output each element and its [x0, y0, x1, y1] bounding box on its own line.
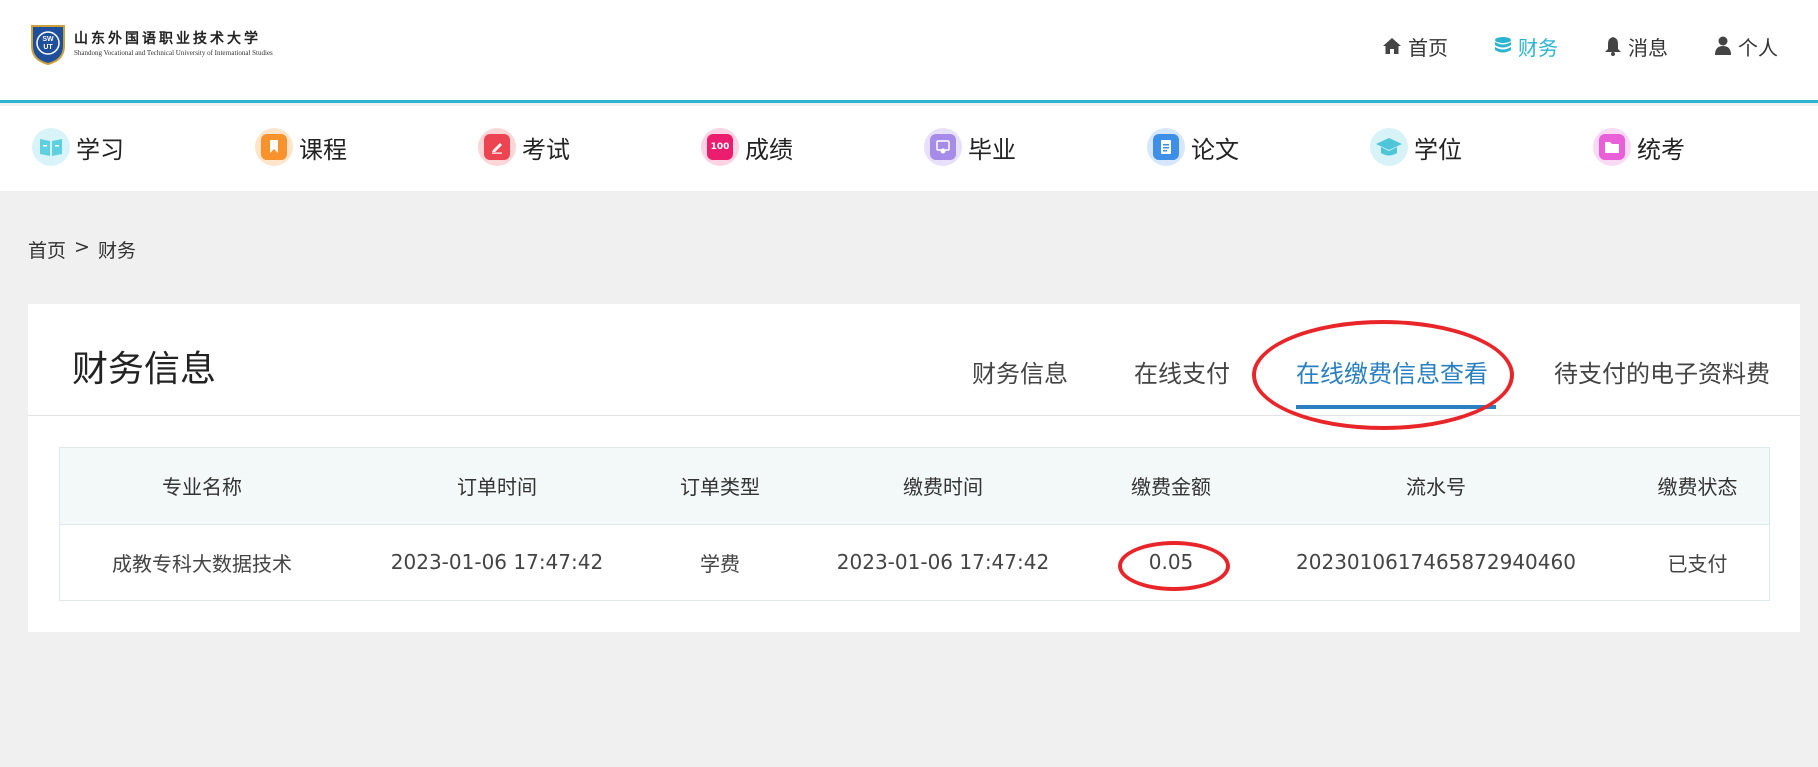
table-header-row: 专业名称 订单时间 订单类型 缴费时间 缴费金额 流水号 缴费状态 — [60, 448, 1769, 524]
category-degree[interactable]: 学位 — [1370, 128, 1462, 166]
score-icon: 100 — [701, 128, 739, 166]
logo-english-name: Shandong Vocational and Technical Univer… — [74, 49, 273, 57]
divider — [28, 415, 1800, 416]
category-graduation[interactable]: 毕业 — [924, 128, 1016, 166]
column-header: 专业名称 — [60, 448, 344, 524]
column-header: 缴费状态 — [1626, 448, 1769, 524]
category-degree-label: 学位 — [1414, 135, 1462, 164]
bell-icon — [1605, 37, 1621, 56]
category-study[interactable]: 学习 — [32, 128, 124, 166]
column-header: 缴费金额 — [1096, 448, 1246, 524]
tab-finance-info[interactable]: 财务信息 — [972, 354, 1068, 409]
category-course[interactable]: 课程 — [255, 128, 347, 166]
folder-icon — [1593, 128, 1631, 166]
nav-profile-label: 个人 — [1738, 35, 1778, 60]
top-header: SW UT 山东外国语职业技术大学 Shandong Vocational an… — [0, 0, 1818, 103]
category-score[interactable]: 100 成绩 — [701, 128, 793, 166]
home-icon — [1383, 38, 1401, 54]
cell-order-type: 学费 — [650, 523, 790, 600]
seal-icon: SW UT — [31, 25, 65, 66]
nav-finance[interactable]: 财务 — [1494, 30, 1558, 62]
category-score-label: 成绩 — [745, 135, 793, 164]
panel-title: 财务信息 — [72, 349, 217, 390]
breadcrumb: 首页 > 财务 — [28, 236, 136, 263]
certificate-icon — [924, 128, 962, 166]
graduation-cap-icon — [1370, 128, 1408, 166]
breadcrumb-home[interactable]: 首页 — [28, 236, 66, 263]
pen-icon — [478, 128, 516, 166]
cell-amount: 0.05 — [1096, 523, 1246, 600]
breadcrumb-separator: > — [74, 236, 90, 258]
cell-major: 成教专科大数据技术 — [60, 523, 344, 600]
user-icon — [1715, 36, 1731, 55]
nav-messages[interactable]: 消息 — [1604, 30, 1668, 62]
finance-tabs: 财务信息 在线支付 在线缴费信息查看 待支付的电子资料费 — [906, 354, 1770, 409]
svg-text:SW: SW — [42, 36, 54, 43]
category-exam-label: 考试 — [522, 135, 570, 164]
nav-profile[interactable]: 个人 — [1714, 30, 1778, 62]
category-nav: 学习 课程 考试 100 成绩 毕业 论文 学位 统考 — [0, 106, 1818, 191]
category-graduation-label: 毕业 — [968, 135, 1016, 164]
nav-messages-label: 消息 — [1628, 35, 1668, 60]
category-unified-exam-label: 统考 — [1637, 135, 1685, 164]
breadcrumb-current: 财务 — [97, 240, 136, 262]
column-header: 流水号 — [1246, 448, 1626, 524]
nav-home-label: 首页 — [1408, 35, 1448, 60]
bookmark-icon — [255, 128, 293, 166]
category-exam[interactable]: 考试 — [478, 128, 570, 166]
table-row: 成教专科大数据技术 2023-01-06 17:47:42 学费 2023-01… — [60, 523, 1769, 600]
column-header: 订单时间 — [344, 448, 650, 524]
column-header: 缴费时间 — [790, 448, 1096, 524]
nav-finance-label: 财务 — [1518, 35, 1558, 60]
category-study-label: 学习 — [76, 135, 124, 164]
cell-serial-number: 2023010617465872940460 — [1246, 523, 1626, 600]
tab-pending-material-fees[interactable]: 待支付的电子资料费 — [1554, 354, 1770, 409]
category-course-label: 课程 — [299, 135, 347, 164]
cell-status: 已支付 — [1626, 523, 1769, 600]
category-thesis-label: 论文 — [1191, 135, 1239, 164]
book-icon — [32, 128, 70, 166]
tab-online-payment[interactable]: 在线支付 — [1134, 354, 1230, 409]
category-unified-exam[interactable]: 统考 — [1593, 128, 1685, 166]
document-icon — [1147, 128, 1185, 166]
database-icon — [1495, 37, 1511, 53]
category-thesis[interactable]: 论文 — [1147, 128, 1239, 166]
university-logo[interactable]: SW UT 山东外国语职业技术大学 Shandong Vocational an… — [28, 22, 273, 66]
cell-order-time: 2023-01-06 17:47:42 — [344, 523, 650, 600]
svg-text:UT: UT — [43, 44, 53, 51]
score-badge: 100 — [707, 134, 733, 160]
payment-table: 专业名称 订单时间 订单类型 缴费时间 缴费金额 流水号 缴费状态 成教专科大数… — [59, 447, 1770, 601]
logo-chinese-name: 山东外国语职业技术大学 — [74, 31, 261, 47]
column-header: 订单类型 — [650, 448, 790, 524]
finance-panel: 财务信息 财务信息 在线支付 在线缴费信息查看 待支付的电子资料费 专业名称 订… — [28, 304, 1800, 632]
cell-payment-time: 2023-01-06 17:47:42 — [790, 523, 1096, 600]
nav-home[interactable]: 首页 — [1382, 30, 1448, 62]
tab-payment-records[interactable]: 在线缴费信息查看 — [1296, 354, 1496, 409]
top-nav: 首页 财务 消息 个人 — [1382, 30, 1778, 62]
